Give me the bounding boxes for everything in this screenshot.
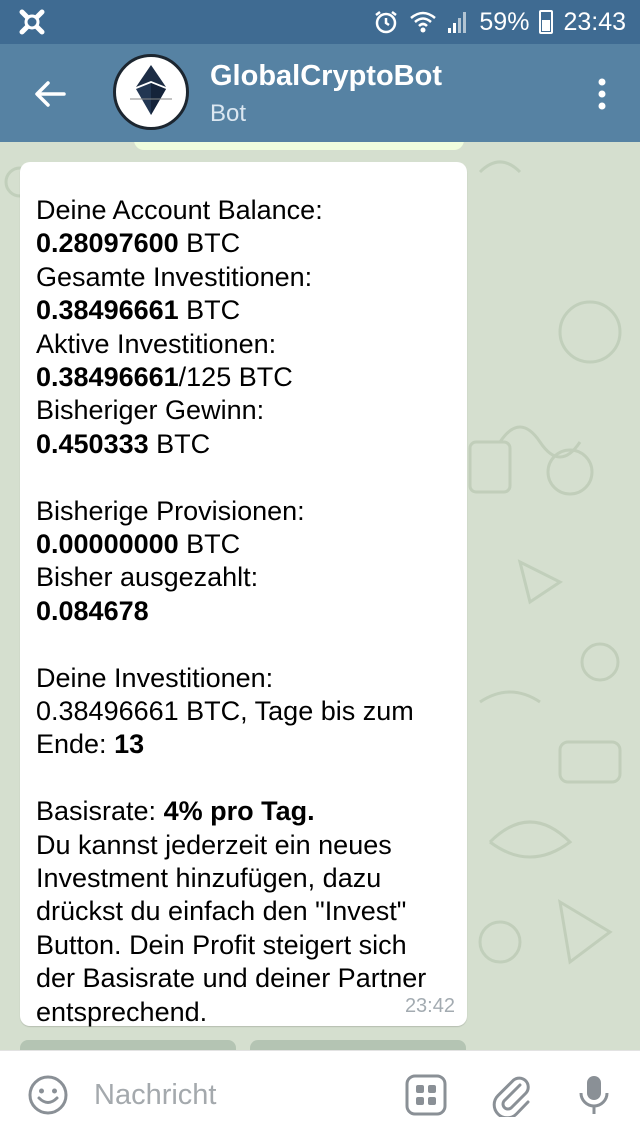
message-line: entsprechend. — [36, 996, 208, 1027]
message-line: 0.450333 BTC — [36, 428, 211, 459]
status-bar: 59% 23:43 — [0, 0, 640, 44]
message-line: Gesamte Investitionen: — [36, 261, 313, 292]
bot-keyboard-icon[interactable] — [404, 1073, 448, 1117]
attach-icon[interactable] — [490, 1073, 534, 1117]
message-line: der Basisrate und deiner Partner — [36, 963, 427, 994]
message-line: Du kannst jederzeit ein neues — [36, 829, 392, 860]
message-line: 0.38496661 BTC — [36, 295, 241, 326]
previous-message-bubble — [134, 142, 464, 150]
bot-keyboard-button-hint[interactable] — [250, 1040, 466, 1050]
signal-icon — [448, 12, 467, 33]
message-line: Ende: 13 — [36, 729, 145, 760]
mic-icon[interactable] — [572, 1073, 616, 1117]
message-line: 0.00000000 BTC — [36, 529, 241, 560]
message-input[interactable]: Nachricht — [94, 1079, 217, 1112]
message-line: 0.38496661/125 BTC — [36, 362, 293, 393]
message-input-bar: Nachricht — [0, 1050, 640, 1138]
bot-message-bubble[interactable]: Deine Account Balance: 0.28097600 BTC Ge… — [20, 162, 467, 1027]
chat-title[interactable]: GlobalCryptoBot — [210, 60, 442, 93]
message-line: Button. Dein Profit steigert sich — [36, 929, 407, 960]
bot-keyboard-button-hint[interactable] — [20, 1040, 236, 1050]
message-line: drückst du einfach den "Invest" — [36, 896, 407, 927]
message-line: Investment hinzufügen, dazu — [36, 863, 382, 894]
message-line: Bisher ausgezahlt: — [36, 562, 259, 593]
back-arrow-icon[interactable] — [30, 74, 70, 114]
bot-avatar[interactable] — [113, 54, 189, 130]
message-line: Basisrate: 4% pro Tag. — [36, 796, 315, 827]
message-line: Deine Account Balance: — [36, 195, 323, 225]
message-line: Aktive Investitionen: — [36, 328, 277, 359]
alarm-icon — [375, 11, 398, 34]
chat-subtitle: Bot — [210, 100, 247, 127]
message-line: Bisheriger Gewinn: — [36, 395, 265, 426]
bot-logo-icon — [130, 65, 172, 115]
status-time: 23:43 — [563, 7, 626, 36]
message-line: 0.38496661 BTC, Tage bis zum — [36, 696, 414, 727]
message-time: 23:42 — [404, 995, 455, 1017]
battery-icon — [539, 10, 554, 34]
message-line: Deine Investitionen: — [36, 662, 274, 693]
emoji-icon[interactable] — [26, 1073, 70, 1117]
chat-area[interactable]: Deine Account Balance: 0.28097600 BTC Ge… — [0, 142, 640, 1050]
battery-percent: 59% — [479, 7, 530, 36]
message-line: 0.28097600 BTC — [36, 228, 241, 259]
wifi-icon — [410, 11, 437, 33]
chat-header: GlobalCryptoBot Bot — [0, 44, 640, 142]
message-line: 0.084678 — [36, 595, 149, 626]
more-vert-icon[interactable] — [592, 74, 612, 114]
message-line: Bisherige Provisionen: — [36, 495, 305, 526]
app-notification-icon — [19, 9, 45, 35]
